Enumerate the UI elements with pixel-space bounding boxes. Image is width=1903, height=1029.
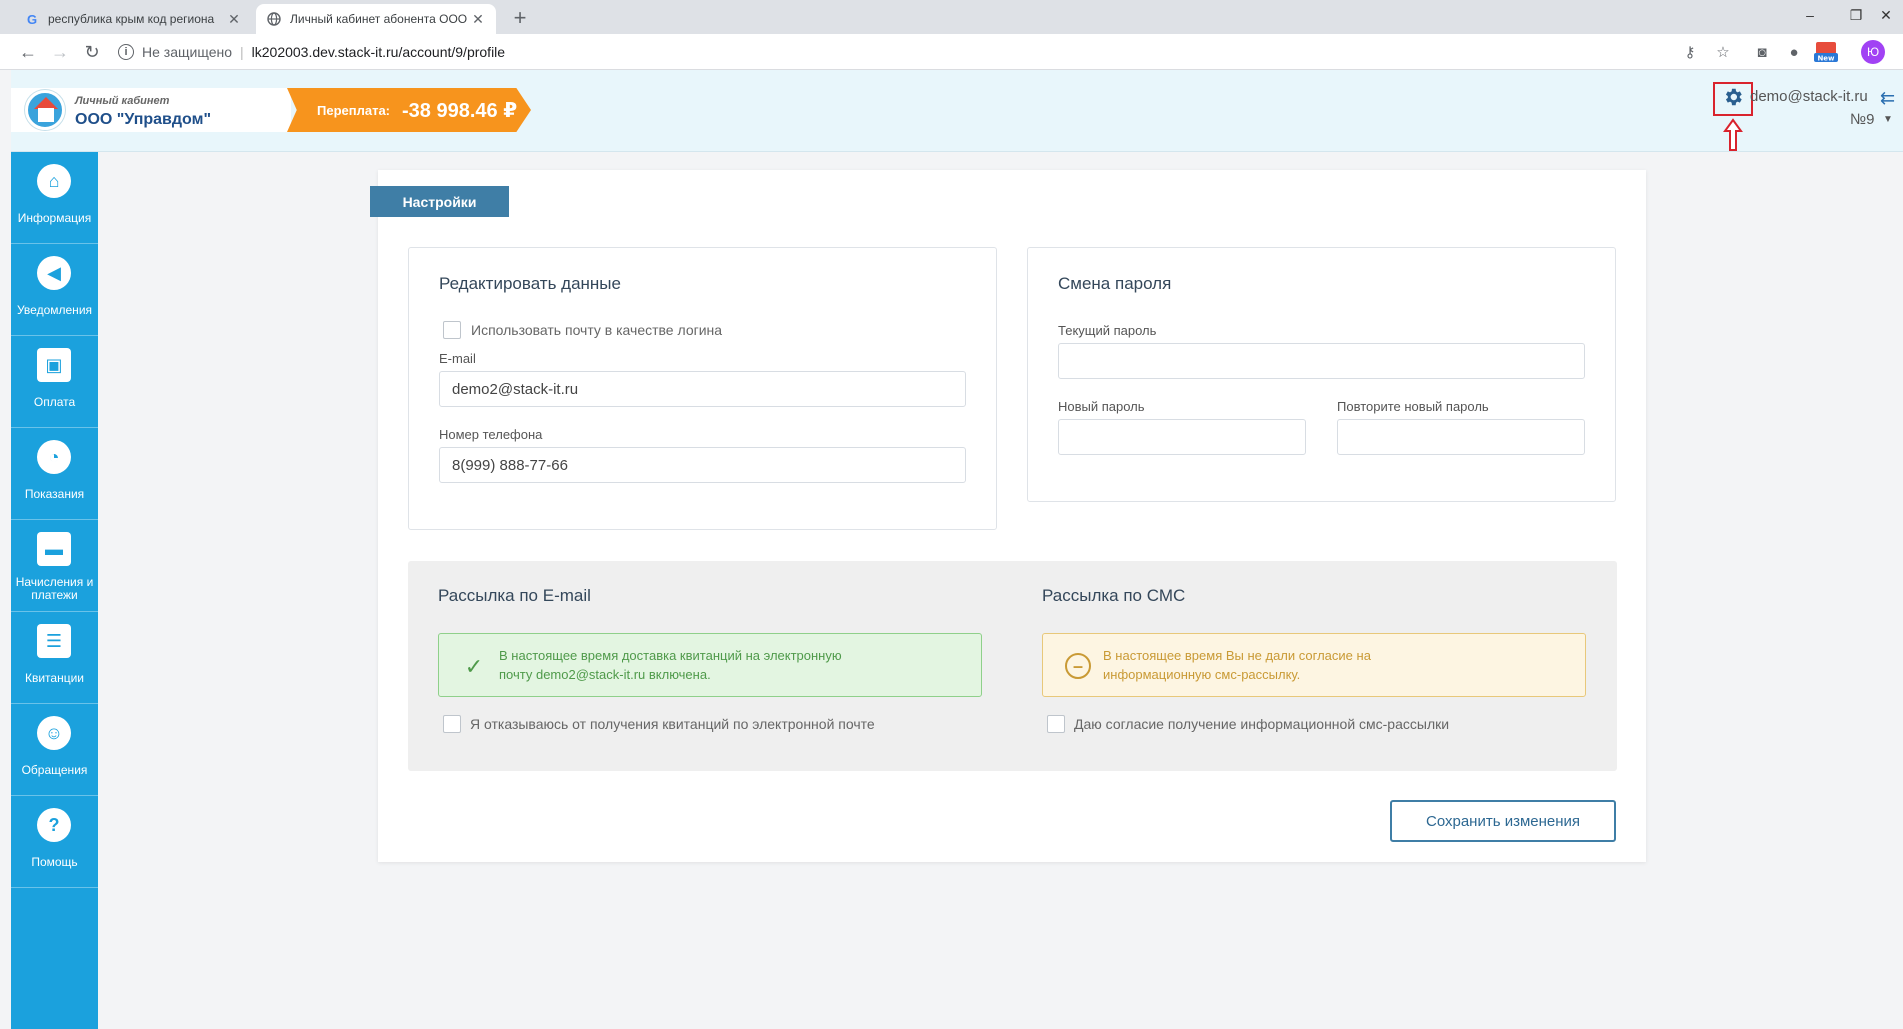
close-icon[interactable]: ✕ — [226, 11, 242, 28]
sms-status-alert: – В настоящее время Вы не дали согласие … — [1042, 633, 1586, 697]
tab-settings[interactable]: Настройки — [370, 186, 509, 217]
sidebar-item-info[interactable]: ⌂ Информация — [11, 152, 98, 244]
url-text: lk202003.dev.stack-it.ru/account/9/profi… — [251, 44, 506, 60]
email-optout-label: Я отказываюсь от получения квитанций по … — [470, 716, 875, 732]
sidebar-item-payment[interactable]: ▣ Оплата — [11, 336, 98, 428]
repeat-password-label: Повторите новый пароль — [1337, 399, 1489, 414]
security-status: Не защищено — [142, 44, 232, 60]
url-separator: | — [240, 44, 244, 60]
tab-title: Личный кабинет абонента ООО — [290, 12, 468, 26]
close-window-button[interactable]: ✕ — [1863, 0, 1903, 30]
forward-icon[interactable]: → — [46, 38, 74, 66]
minimize-button[interactable]: – — [1787, 0, 1833, 30]
meter-icon: ◔ — [37, 440, 71, 474]
browser-tab-search[interactable]: G республика крым код региона ✕ — [14, 4, 252, 34]
extension-new-icon[interactable]: New — [1814, 42, 1838, 63]
password-title: Смена пароля — [1058, 274, 1172, 293]
sidebar-item-help[interactable]: ? Помощь — [11, 796, 98, 888]
profile-avatar[interactable]: Ю — [1861, 40, 1885, 64]
sms-consent-label: Даю согласие получение информационной см… — [1074, 716, 1450, 732]
edit-data-title: Редактировать данные — [439, 274, 621, 293]
sidebar-item-receipts[interactable]: ☰ Квитанции — [11, 612, 98, 704]
logo-icon — [25, 90, 65, 130]
close-icon[interactable]: ✕ — [470, 11, 486, 28]
wallet-icon: ▣ — [37, 348, 71, 382]
email-status-line-1: В настоящее время доставка квитанций на … — [499, 648, 842, 663]
sms-status-line-2: информационную смс-рассылку. — [1103, 667, 1301, 682]
tab-title: республика крым код региона — [48, 12, 215, 26]
checkmark-icon: ✓ — [464, 653, 484, 679]
phone-label: Номер телефона — [439, 427, 543, 442]
user-chat-icon: ☺ — [37, 716, 71, 750]
sidebar-item-readings[interactable]: ◔ Показания — [11, 428, 98, 520]
sidebar-item-label: Квитанции — [24, 671, 84, 685]
save-changes-button[interactable]: Сохранить изменения — [1390, 800, 1616, 842]
globe-icon — [266, 11, 282, 27]
sidebar-item-label: Помощь — [31, 855, 78, 869]
repeat-password-field[interactable] — [1337, 419, 1585, 455]
sidebar-item-label: Уведомления — [16, 303, 93, 317]
email-status-line-2: почту demo2@stack-it.ru включена. — [499, 667, 711, 682]
current-password-label: Текущий пароль — [1058, 323, 1157, 338]
new-password-field[interactable] — [1058, 419, 1306, 455]
collapse-menu-icon[interactable]: ⇇ — [1880, 88, 1895, 109]
star-icon[interactable]: ☆ — [1713, 42, 1733, 62]
info-icon[interactable]: i — [118, 44, 134, 60]
gear-icon — [1722, 86, 1744, 113]
use-email-login-checkbox[interactable] — [443, 321, 461, 339]
sidebar: ⌂ Информация ◀ Уведомления ▣ Оплата ◔ По… — [11, 152, 98, 1029]
reload-icon[interactable]: ↻ — [78, 38, 106, 66]
sms-status-text: В настоящее время Вы не дали согласие на… — [1103, 646, 1371, 684]
arrow-up-icon — [1722, 118, 1744, 152]
new-password-label: Новый пароль — [1058, 399, 1145, 414]
extension-badge-text: New — [1817, 55, 1835, 63]
chevron-down-icon[interactable]: ▼ — [1883, 114, 1893, 125]
home-icon: ⌂ — [37, 164, 71, 198]
browser-tab-cabinet[interactable]: Личный кабинет абонента ООО ✕ — [256, 4, 496, 34]
brand-name: ООО "Управдом" — [75, 111, 212, 128]
email-mailing-title: Рассылка по E-mail — [438, 586, 591, 605]
email-field[interactable]: demo2@stack-it.ru — [439, 371, 966, 407]
overpay-label: Переплата: — [317, 102, 391, 118]
google-icon: G — [26, 11, 38, 27]
browser-tab-bar: G республика крым код региона ✕ Личный к… — [0, 0, 1903, 34]
overpay-badge: Переплата: -38 998.46 ₽ — [287, 88, 531, 132]
sidebar-item-requests[interactable]: ☺ Обращения — [11, 704, 98, 796]
email-status-alert: ✓ В настоящее время доставка квитанций н… — [438, 633, 982, 697]
card-icon: ▬ — [37, 532, 71, 566]
email-status-text: В настоящее время доставка квитанций на … — [499, 646, 842, 684]
sidebar-item-notifications[interactable]: ◀ Уведомления — [11, 244, 98, 336]
extension-dark-icon[interactable]: ● — [1784, 42, 1804, 62]
camera-icon[interactable]: ◙ — [1752, 42, 1772, 62]
sidebar-item-label: Информация — [17, 211, 92, 225]
use-email-login-label: Использовать почту в качестве логина — [471, 322, 723, 338]
brand-subtitle: Личный кабинет — [75, 95, 170, 107]
email-label: E-mail — [439, 351, 476, 366]
sms-status-line-1: В настоящее время Вы не дали согласие на — [1103, 648, 1371, 663]
sidebar-item-charges[interactable]: ▬ Начисления и платежи — [11, 520, 98, 612]
back-icon[interactable]: ← — [14, 38, 42, 66]
sidebar-item-label: Начисления и платежи — [15, 575, 94, 602]
minus-circle-icon: – — [1065, 653, 1091, 679]
user-email[interactable]: demo@stack-it.ru — [1750, 88, 1868, 105]
url-field[interactable]: i Не защищено | lk202003.dev.stack-it.ru… — [118, 39, 1748, 65]
help-icon: ? — [37, 808, 71, 842]
sms-mailing-title: Рассылка по СМС — [1042, 586, 1186, 605]
megaphone-icon: ◀ — [37, 256, 71, 290]
overpay-value: -38 998.46 ₽ — [402, 99, 518, 122]
current-password-field[interactable] — [1058, 343, 1585, 379]
sidebar-item-label: Обращения — [21, 763, 88, 777]
phone-field[interactable]: 8(999) 888-77-66 — [439, 447, 966, 483]
address-bar: ← → ↻ i Не защищено | lk202003.dev.stack… — [0, 34, 1903, 70]
sms-consent-checkbox[interactable] — [1047, 715, 1065, 733]
account-number[interactable]: №9 — [1850, 111, 1874, 128]
settings-gear-button[interactable] — [1713, 82, 1753, 116]
receipt-icon: ☰ — [37, 624, 71, 658]
sidebar-item-label: Оплата — [33, 395, 76, 409]
new-tab-button[interactable]: + — [506, 4, 534, 32]
app-header: Личный кабинет ООО "Управдом" Переплата:… — [11, 70, 1903, 152]
email-optout-checkbox[interactable] — [443, 715, 461, 733]
sidebar-item-label: Показания — [24, 487, 85, 501]
key-icon[interactable]: ⚷ — [1680, 42, 1700, 62]
